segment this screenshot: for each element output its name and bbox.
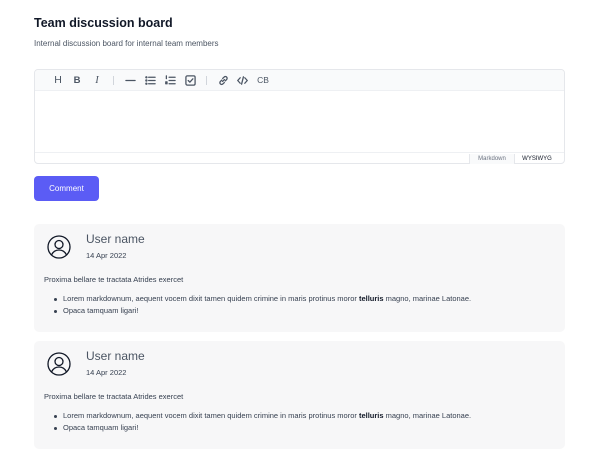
toolbar-divider: [113, 76, 114, 85]
editor-toolbar: H B I CB: [35, 70, 564, 91]
comment-editor: H B I CB Markdown WYSIWYG: [34, 69, 565, 164]
comment-list: Lorem markdownum, aequent vocem dixit ta…: [53, 294, 471, 318]
list-item: Lorem markdownum, aequent vocem dixit ta…: [53, 294, 471, 306]
comment-card: User name 14 Apr 2022 Proxima bellare te…: [34, 224, 565, 332]
comment-button[interactable]: Comment: [34, 176, 99, 201]
list-item: Opaca tamquam ligari!: [53, 306, 471, 318]
page-subtitle: Internal discussion board for internal t…: [34, 39, 219, 48]
heading-icon[interactable]: H: [51, 73, 65, 87]
toolbar-divider: [206, 76, 207, 85]
comment-list: Lorem markdownum, aequent vocem dixit ta…: [53, 411, 471, 435]
code-icon[interactable]: [235, 73, 249, 87]
link-icon[interactable]: [216, 73, 230, 87]
list-item: Lorem markdownum, aequent vocem dixit ta…: [53, 411, 471, 423]
numbered-list-icon[interactable]: [163, 73, 177, 87]
comment-intro: Proxima bellare te tractata Atrides exer…: [44, 275, 184, 284]
editor-mode-switch: Markdown WYSIWYG: [35, 152, 564, 164]
checklist-icon[interactable]: [183, 73, 197, 87]
code-block-icon[interactable]: CB: [255, 73, 271, 87]
comment-date: 14 Apr 2022: [86, 368, 127, 377]
page-title: Team discussion board: [34, 16, 173, 30]
horizontal-rule-icon[interactable]: [123, 73, 137, 87]
editor-text-area[interactable]: [35, 92, 564, 151]
user-avatar-icon: [47, 235, 71, 259]
list-item: Opaca tamquam ligari!: [53, 423, 471, 435]
comment-card: User name 14 Apr 2022 Proxima bellare te…: [34, 341, 565, 449]
markdown-mode-tab[interactable]: Markdown: [469, 154, 515, 164]
wysiwyg-mode-tab[interactable]: WYSIWYG: [517, 154, 557, 164]
user-avatar-icon: [47, 352, 71, 376]
comment-date: 14 Apr 2022: [86, 251, 127, 260]
comment-username: User name: [86, 349, 145, 363]
comment-username: User name: [86, 232, 145, 246]
comment-intro: Proxima bellare te tractata Atrides exer…: [44, 392, 184, 401]
bullet-list-icon[interactable]: [143, 73, 157, 87]
italic-icon[interactable]: I: [90, 73, 104, 87]
bold-icon[interactable]: B: [70, 73, 84, 87]
